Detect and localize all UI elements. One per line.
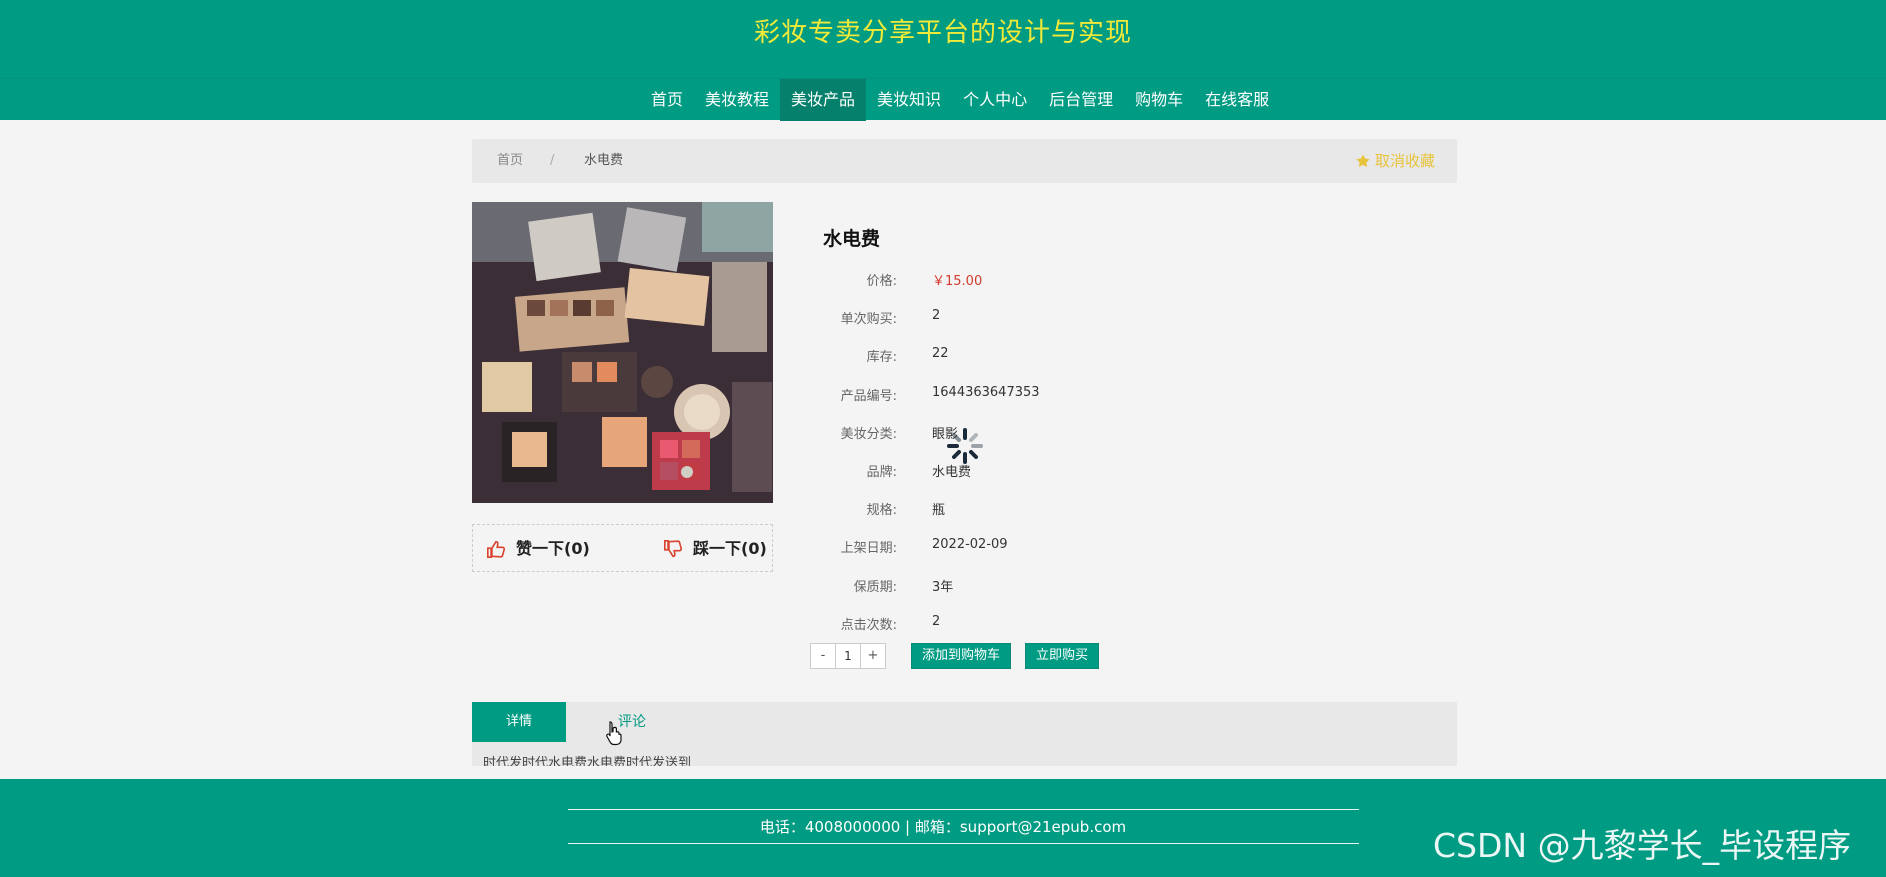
quantity-minus-button[interactable]: -	[811, 644, 835, 668]
field-value: ￥15.00	[932, 274, 983, 289]
breadcrumb-separator: /	[550, 153, 555, 168]
field-label: 保质期:	[853, 580, 897, 595]
field-label: 单次购买:	[840, 312, 897, 327]
detail-content: 时代发时代水电费水电费时代发送到	[483, 756, 692, 766]
field-category: 美妆分类: 眼影	[800, 423, 1300, 443]
like-label: 赞一下(0)	[516, 539, 590, 558]
product-title: 水电费	[823, 228, 881, 250]
header: 彩妆专卖分享平台的设计与实现	[0, 0, 1886, 78]
nav-admin[interactable]: 后台管理	[1038, 79, 1124, 121]
field-product-id: 产品编号: 1644363647353	[800, 385, 1300, 405]
dislike-label: 踩一下(0)	[693, 539, 767, 558]
loading-spinner-icon	[947, 428, 983, 464]
thumbs-up-icon	[487, 540, 506, 558]
field-label: 规格:	[866, 503, 897, 518]
field-label: 品牌:	[866, 465, 897, 480]
product-detail-page: 彩妆专卖分享平台的设计与实现 首页 美妆教程 美妆产品 美妆知识 个人中心 后台…	[0, 0, 1886, 877]
field-label: 库存:	[866, 350, 897, 365]
makeup-palette-photo	[472, 202, 773, 503]
like-button[interactable]: 赞一下(0)	[486, 525, 590, 573]
product-image	[472, 202, 773, 503]
unfavorite-label: 取消收藏	[1374, 152, 1435, 170]
field-per-purchase: 单次购买: 2	[800, 308, 1300, 328]
field-value: 2	[932, 614, 941, 629]
field-price: 价格: ￥15.00	[800, 270, 1300, 290]
site-title: 彩妆专卖分享平台的设计与实现	[753, 18, 1132, 48]
nav-home[interactable]: 首页	[640, 79, 694, 121]
nav-user-center[interactable]: 个人中心	[952, 79, 1038, 121]
field-value: 瓶	[932, 503, 946, 518]
field-label: 点击次数:	[840, 618, 897, 633]
thumbs-down-icon	[664, 540, 683, 558]
nav-tutorials[interactable]: 美妆教程	[694, 79, 780, 121]
field-label: 价格:	[866, 274, 897, 289]
field-click-count: 点击次数: 2	[800, 614, 1300, 634]
field-value: 2022-02-09	[932, 537, 1008, 552]
dislike-button[interactable]: 踩一下(0)	[663, 525, 767, 573]
buy-now-button[interactable]: 立即购买	[1025, 643, 1100, 669]
main-nav: 首页 美妆教程 美妆产品 美妆知识 个人中心 后台管理 购物车 在线客服	[0, 78, 1886, 121]
quantity-stepper: - +	[810, 643, 886, 669]
breadcrumb: 首页 / 水电费 取消收藏	[472, 139, 1457, 183]
unfavorite-button[interactable]: 取消收藏	[1355, 139, 1435, 183]
field-brand: 品牌: 水电费	[800, 461, 1300, 481]
breadcrumb-current: 水电费	[584, 153, 624, 168]
field-value: 22	[932, 346, 949, 361]
footer: 电话：4008000000 | 邮箱：support@21epub.com CS…	[0, 779, 1886, 877]
field-value: 1644363647353	[932, 385, 1040, 400]
add-to-cart-button[interactable]: 添加到购物车	[911, 643, 1012, 669]
tab-detail[interactable]: 详情	[472, 702, 566, 742]
field-label: 上架日期:	[840, 541, 897, 556]
quantity-plus-button[interactable]: +	[861, 644, 885, 668]
nav-cart[interactable]: 购物车	[1124, 79, 1194, 121]
star-icon	[1356, 154, 1370, 167]
quantity-input[interactable]	[835, 644, 861, 668]
field-label: 美妆分类:	[840, 427, 897, 442]
nav-products[interactable]: 美妆产品	[780, 79, 867, 121]
nav-support[interactable]: 在线客服	[1194, 79, 1280, 121]
field-label: 产品编号:	[840, 389, 897, 404]
field-value: 2	[932, 308, 941, 323]
watermark: CSDN @九黎学长_毕设程序	[1433, 826, 1852, 865]
hand-cursor-icon	[606, 721, 622, 746]
field-listed-date: 上架日期: 2022-02-09	[800, 537, 1300, 557]
field-stock: 库存: 22	[800, 346, 1300, 366]
vote-panel: 赞一下(0) 踩一下(0)	[472, 524, 773, 572]
footer-divider-top	[568, 809, 1359, 810]
field-value: 3年	[932, 580, 954, 595]
field-shelf-life: 保质期: 3年	[800, 576, 1300, 596]
field-spec: 规格: 瓶	[800, 499, 1300, 519]
breadcrumb-home[interactable]: 首页	[497, 139, 523, 183]
footer-divider-bottom	[568, 843, 1359, 844]
nav-knowledge[interactable]: 美妆知识	[866, 79, 952, 121]
